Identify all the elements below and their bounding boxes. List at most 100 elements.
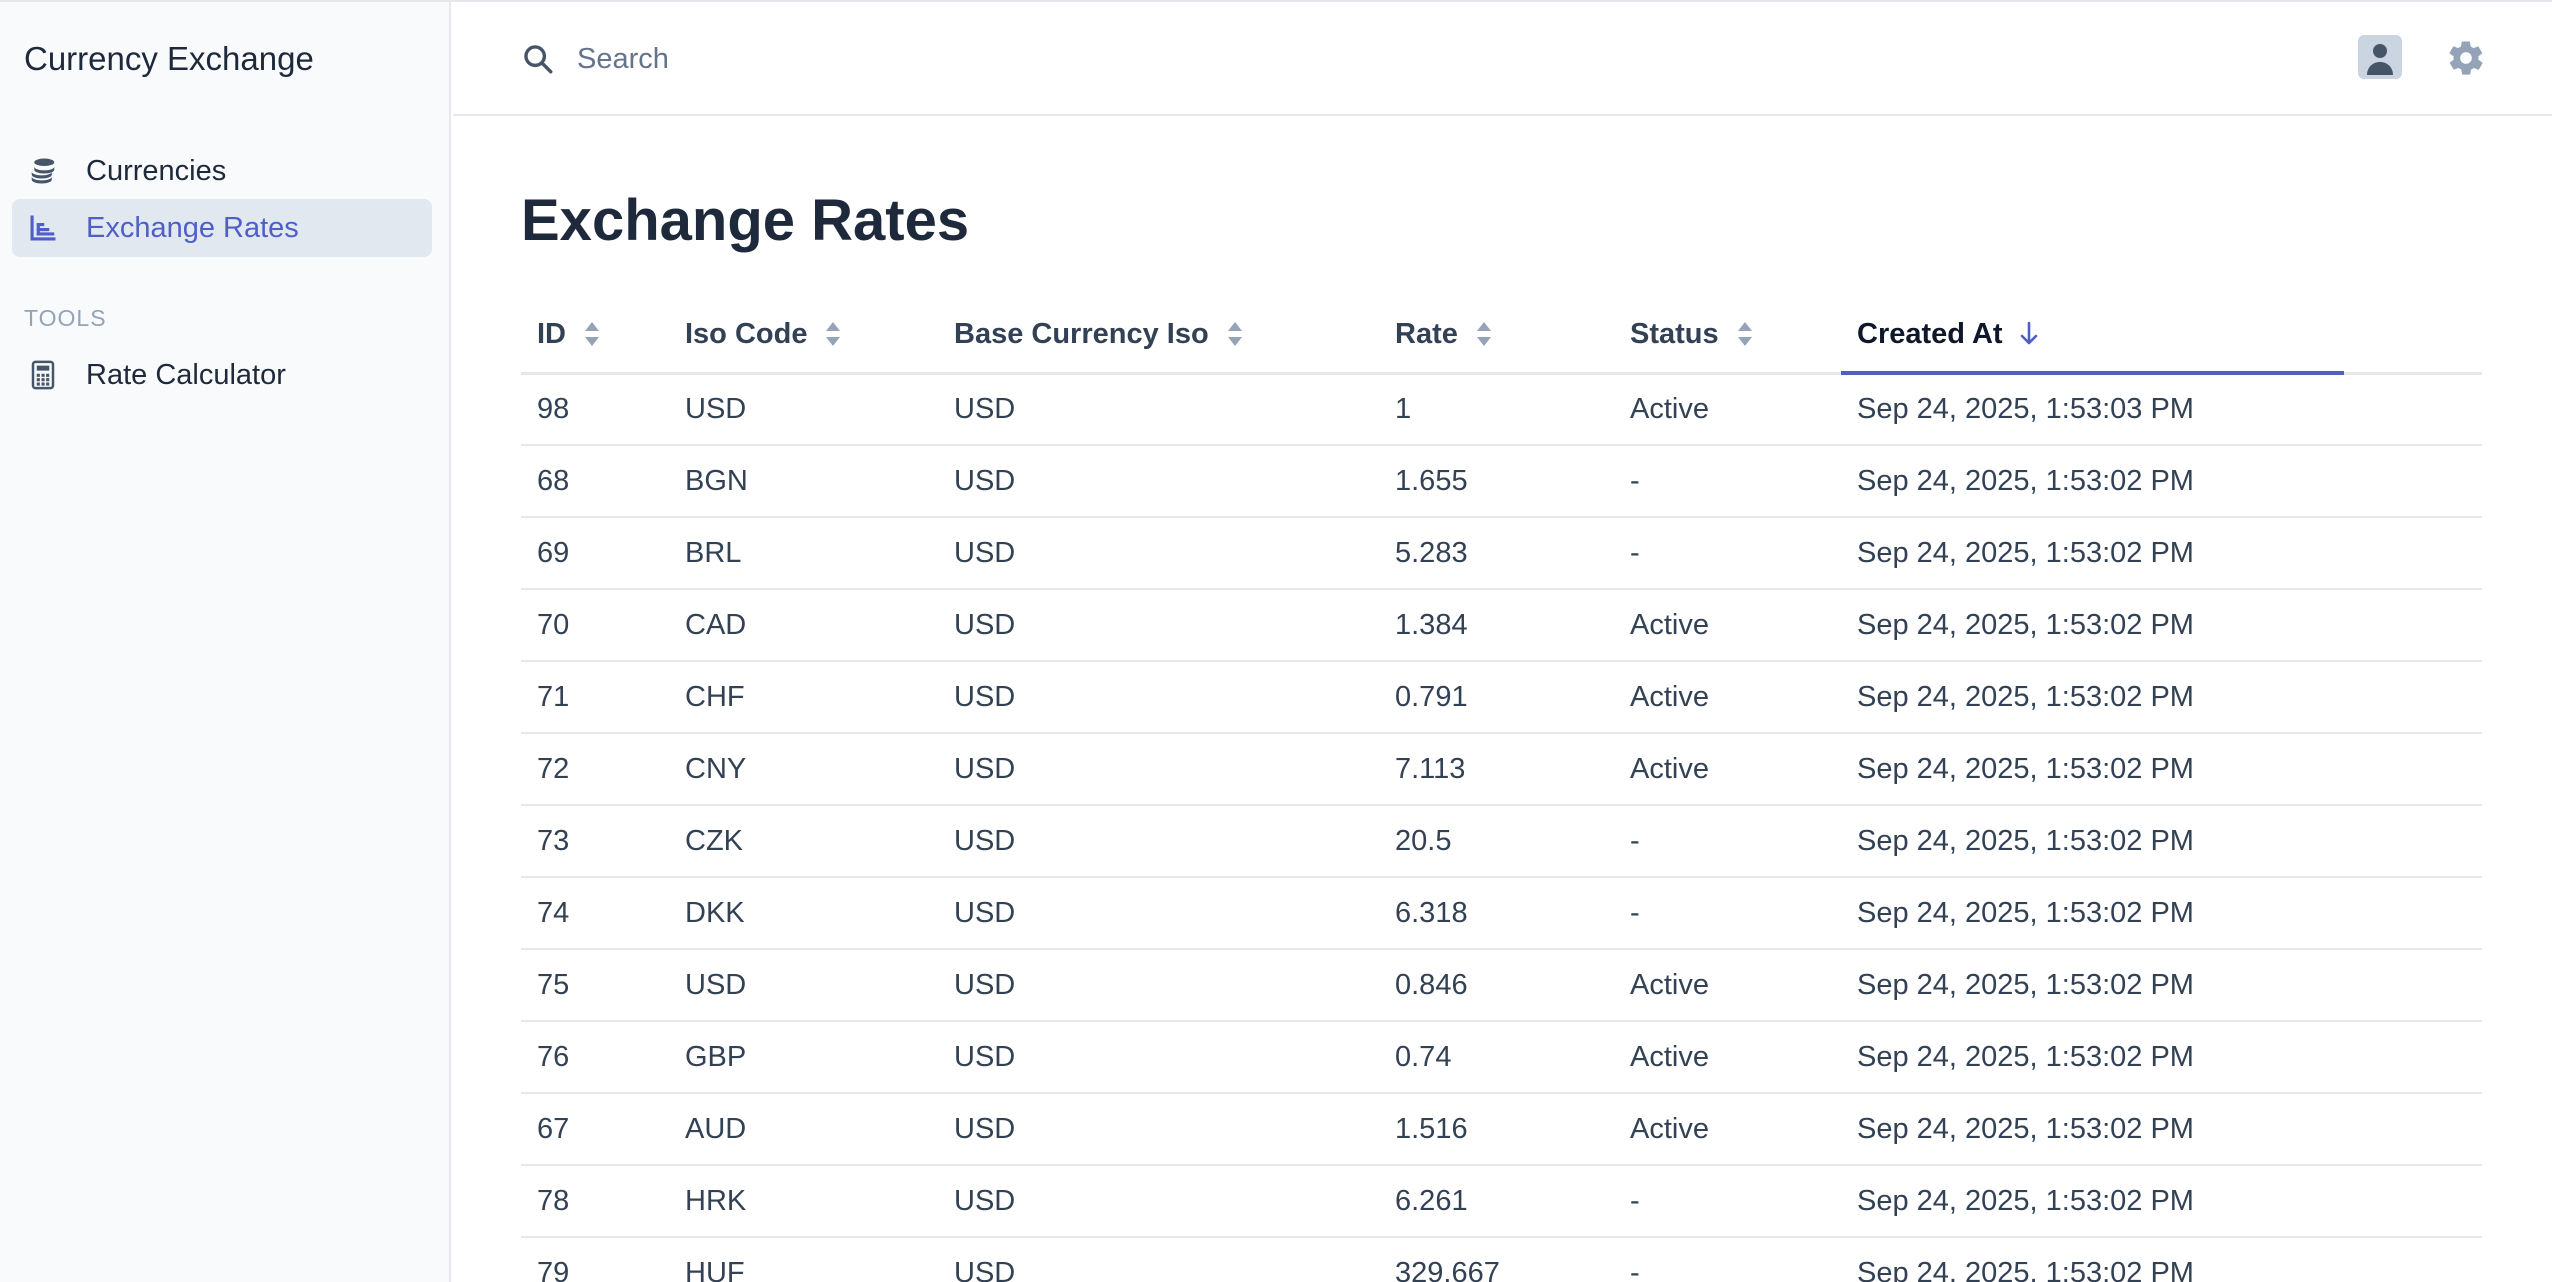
column-header-label: Base Currency Iso (954, 317, 1209, 350)
table-row[interactable]: 70 CAD USD 1.384 Active Sep 24, 2025, 1:53:02… (521, 589, 2482, 662)
cell-created-at: Sep 24, 2025, 1:53:02 PM (1841, 661, 2482, 734)
table-row[interactable]: 74 DKK USD 6.318- Sep 24, 2025, 1:53:02 PM (521, 877, 2482, 950)
sort-both-icon (1227, 322, 1242, 347)
sort-both-icon (826, 322, 841, 347)
sidebar-item-label: Rate Calculator (86, 358, 286, 391)
table-body: 98 USD USD 1 Active Sep 24, 2025, 1:53:03 PM 6… (521, 373, 2482, 1282)
cell-id: 98 (521, 373, 669, 446)
column-header-label: Status (1630, 317, 1719, 350)
cell-iso-code: HRK (669, 1165, 938, 1238)
cell-status: Active (1614, 661, 1841, 734)
cell-status: Active (1614, 733, 1841, 806)
column-header-iso-code[interactable]: Iso Code (669, 297, 938, 375)
app-window: Currency Exchange Currencies Exchange Ra… (0, 0, 2552, 1282)
cell-base-currency-iso: USD (938, 1093, 1379, 1166)
cell-base-currency-iso: USD (938, 1165, 1379, 1238)
table-row[interactable]: 76 GBP USD 0.74 Active Sep 24, 2025, 1:53:02 … (521, 1021, 2482, 1094)
cell-status: - (1614, 877, 1841, 950)
avatar[interactable] (2358, 35, 2402, 79)
sidebar-item-rate-calculator[interactable]: Rate Calculator (12, 346, 432, 404)
cell-base-currency-iso: USD (938, 733, 1379, 806)
cell-base-currency-iso: USD (938, 805, 1379, 878)
table-row[interactable]: 98 USD USD 1 Active Sep 24, 2025, 1:53:03 PM (521, 373, 2482, 446)
cell-status: Active (1614, 589, 1841, 662)
sort-both-icon (1737, 322, 1752, 347)
coins-stack-icon (26, 154, 60, 188)
table-row[interactable]: 72 CNY USD 7.113 Active Sep 24, 2025, 1:53:02… (521, 733, 2482, 806)
cell-rate: 20.5 (1379, 805, 1614, 878)
cell-created-at: Sep 24, 2025, 1:53:02 PM (1841, 877, 2482, 950)
table-row[interactable]: 71 CHF USD 0.791 Active Sep 24, 2025, 1:53:02… (521, 661, 2482, 734)
cell-iso-code: USD (669, 949, 938, 1022)
cell-base-currency-iso: USD (938, 949, 1379, 1022)
cell-base-currency-iso: USD (938, 877, 1379, 950)
cell-created-at: Sep 24, 2025, 1:53:02 PM (1841, 589, 2482, 662)
sidebar-item-exchange-rates[interactable]: Exchange Rates (12, 199, 432, 257)
cell-id: 70 (521, 589, 669, 662)
cell-status: - (1614, 1237, 1841, 1282)
cell-base-currency-iso: USD (938, 589, 1379, 662)
cell-rate: 0.846 (1379, 949, 1614, 1022)
cell-id: 67 (521, 1093, 669, 1166)
table-row[interactable]: 79 HUF USD 329.667- Sep 24, 2025, 1:53:02 PM (521, 1237, 2482, 1282)
cell-iso-code: CNY (669, 733, 938, 806)
cell-id: 78 (521, 1165, 669, 1238)
cell-iso-code: CZK (669, 805, 938, 878)
arrow-down-icon (2020, 321, 2037, 345)
cell-rate: 1.384 (1379, 589, 1614, 662)
column-header-label: ID (537, 317, 566, 350)
column-header-created-at[interactable]: Created At (1841, 297, 2482, 375)
cell-created-at: Sep 24, 2025, 1:53:02 PM (1841, 1093, 2482, 1166)
sidebar-item-currencies[interactable]: Currencies (12, 142, 432, 200)
cell-status: - (1614, 1165, 1841, 1238)
table-row[interactable]: 68 BGN USD 1.655- Sep 24, 2025, 1:53:02 PM (521, 445, 2482, 518)
cell-iso-code: BGN (669, 445, 938, 518)
cell-base-currency-iso: USD (938, 373, 1379, 446)
cell-created-at: Sep 24, 2025, 1:53:03 PM (1841, 373, 2482, 446)
app-title: Currency Exchange (24, 40, 314, 77)
cell-status: Active (1614, 949, 1841, 1022)
table-row[interactable]: 75 USD USD 0.846 Active Sep 24, 2025, 1:53:02… (521, 949, 2482, 1022)
table-row[interactable]: 67 AUD USD 1.516 Active Sep 24, 2025, 1:53:02… (521, 1093, 2482, 1166)
exchange-rates-table: ID Iso Code Base Currency Iso Rate Statu… (521, 297, 2482, 1282)
table-row[interactable]: 78 HRK USD 6.261- Sep 24, 2025, 1:53:02 PM (521, 1165, 2482, 1238)
cell-id: 68 (521, 445, 669, 518)
cell-rate: 1.516 (1379, 1093, 1614, 1166)
sort-both-icon (1476, 322, 1491, 347)
cell-created-at: Sep 24, 2025, 1:53:02 PM (1841, 1165, 2482, 1238)
sort-both-icon (585, 322, 599, 347)
calculator-icon (26, 358, 60, 392)
cell-status: - (1614, 805, 1841, 878)
cell-created-at: Sep 24, 2025, 1:53:02 PM (1841, 733, 2482, 806)
cell-rate: 1.655 (1379, 445, 1614, 518)
cell-id: 79 (521, 1237, 669, 1282)
cell-rate: 329.667 (1379, 1237, 1614, 1282)
column-header-label: Rate (1395, 317, 1458, 350)
column-header-rate[interactable]: Rate (1379, 297, 1614, 375)
cell-status: - (1614, 517, 1841, 590)
cell-iso-code: HUF (669, 1237, 938, 1282)
column-header-base-currency-iso[interactable]: Base Currency Iso (938, 297, 1379, 375)
cell-status: Active (1614, 373, 1841, 446)
gear-icon[interactable] (2446, 38, 2486, 78)
table-row[interactable]: 69 BRL USD 5.283- Sep 24, 2025, 1:53:02 PM (521, 517, 2482, 590)
column-header-id[interactable]: ID (521, 297, 669, 375)
cell-id: 75 (521, 949, 669, 1022)
cell-base-currency-iso: USD (938, 517, 1379, 590)
cell-iso-code: BRL (669, 517, 938, 590)
cell-id: 72 (521, 733, 669, 806)
cell-status: Active (1614, 1021, 1841, 1094)
cell-base-currency-iso: USD (938, 661, 1379, 734)
column-header-label: Created At (1857, 317, 2003, 350)
cell-iso-code: DKK (669, 877, 938, 950)
sidebar: Currency Exchange Currencies Exchange Ra… (0, 2, 451, 1282)
sidebar-item-label: Currencies (86, 154, 227, 187)
cell-created-at: Sep 24, 2025, 1:53:02 PM (1841, 517, 2482, 590)
cell-iso-code: GBP (669, 1021, 938, 1094)
table-row[interactable]: 73 CZK USD 20.5- Sep 24, 2025, 1:53:02 PM (521, 805, 2482, 878)
cell-rate: 6.261 (1379, 1165, 1614, 1238)
search-input[interactable] (577, 30, 1477, 88)
cell-id: 76 (521, 1021, 669, 1094)
column-header-status[interactable]: Status (1614, 297, 1841, 375)
cell-status: Active (1614, 1093, 1841, 1166)
